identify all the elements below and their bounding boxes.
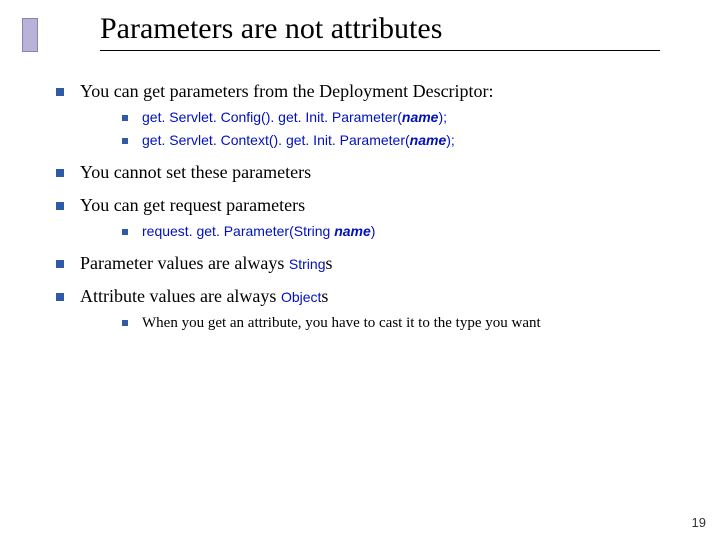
list-item: You cannot set these parameters: [56, 159, 690, 186]
code-line: get. Servlet. Config(). get. Init. Param…: [142, 107, 690, 128]
bullet-icon: [122, 115, 128, 121]
page-title: Parameters are not attributes: [100, 12, 690, 46]
bullet-text: You can get request parameters request. …: [80, 192, 690, 244]
list-item: request. get. Parameter(String name): [122, 221, 690, 242]
slide-body: You can get parameters from the Deployme…: [56, 72, 690, 337]
code-line: request. get. Parameter(String name): [142, 221, 690, 242]
bullet-text: When you get an attribute, you have to c…: [142, 312, 690, 335]
list-item: Parameter values are always Strings: [56, 250, 690, 277]
title-block: Parameters are not attributes: [100, 12, 690, 51]
accent-bar: [22, 18, 38, 52]
page-number: 19: [692, 515, 706, 530]
bullet-icon: [56, 293, 64, 301]
bullet-list: You can get parameters from the Deployme…: [56, 78, 690, 337]
bullet-icon: [122, 229, 128, 235]
list-item: Attribute values are always Objects When…: [56, 283, 690, 337]
title-rule: [100, 50, 660, 51]
list-item: You can get parameters from the Deployme…: [56, 78, 690, 153]
list-item: You can get request parameters request. …: [56, 192, 690, 244]
bullet-text: You can get parameters from the Deployme…: [80, 78, 690, 153]
bullet-icon: [122, 320, 128, 326]
code-line: get. Servlet. Context(). get. Init. Para…: [142, 130, 690, 151]
bullet-icon: [122, 138, 128, 144]
bullet-icon: [56, 88, 64, 96]
bullet-text: Attribute values are always Objects When…: [80, 283, 690, 337]
list-item: get. Servlet. Config(). get. Init. Param…: [122, 107, 690, 128]
bullet-text: You cannot set these parameters: [80, 159, 690, 186]
bullet-icon: [56, 260, 64, 268]
bullet-text: Parameter values are always Strings: [80, 250, 690, 277]
bullet-icon: [56, 202, 64, 210]
bullet-icon: [56, 169, 64, 177]
list-item: get. Servlet. Context(). get. Init. Para…: [122, 130, 690, 151]
list-item: When you get an attribute, you have to c…: [122, 312, 690, 335]
